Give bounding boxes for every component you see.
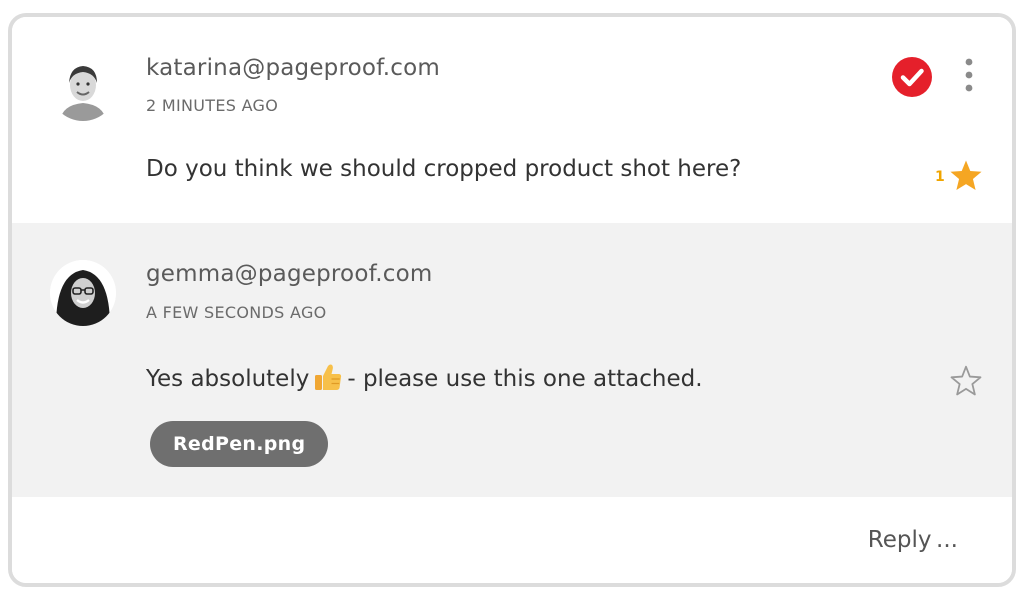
- star-count: 1: [935, 169, 945, 185]
- check-circle-icon[interactable]: [892, 57, 932, 97]
- reply-button[interactable]: Reply ...: [868, 527, 958, 553]
- timestamp: A FEW SECONDS AGO: [146, 303, 327, 322]
- comment-text: Yes absolutely - please use this one att…: [146, 362, 703, 392]
- thumbs-up-emoji: [313, 362, 343, 392]
- star-outline-icon[interactable]: [948, 364, 984, 398]
- comment-text: Do you think we should cropped product s…: [146, 156, 742, 182]
- comment-gemma: gemma@pageproof.com A FEW SECONDS AGO Ye…: [12, 223, 1012, 497]
- comment-katarina: katarina@pageproof.com 2 MINUTES AGO Do …: [12, 17, 1012, 223]
- timestamp: 2 MINUTES AGO: [146, 96, 279, 115]
- comment-text-before: Yes absolutely: [146, 366, 310, 392]
- author-email: katarina@pageproof.com: [146, 55, 441, 81]
- reply-area: Reply ...: [12, 497, 1012, 583]
- attachment-chip[interactable]: RedPen.png: [150, 421, 329, 467]
- author-email: gemma@pageproof.com: [146, 261, 433, 287]
- vertical-ellipsis-icon[interactable]: [957, 57, 981, 93]
- star-filled-icon[interactable]: [948, 159, 984, 193]
- comment-text-after: - please use this one attached.: [347, 366, 703, 392]
- avatar-katarina[interactable]: [50, 55, 116, 121]
- comment-card: katarina@pageproof.com 2 MINUTES AGO Do …: [8, 13, 1016, 587]
- avatar-gemma[interactable]: [50, 260, 116, 326]
